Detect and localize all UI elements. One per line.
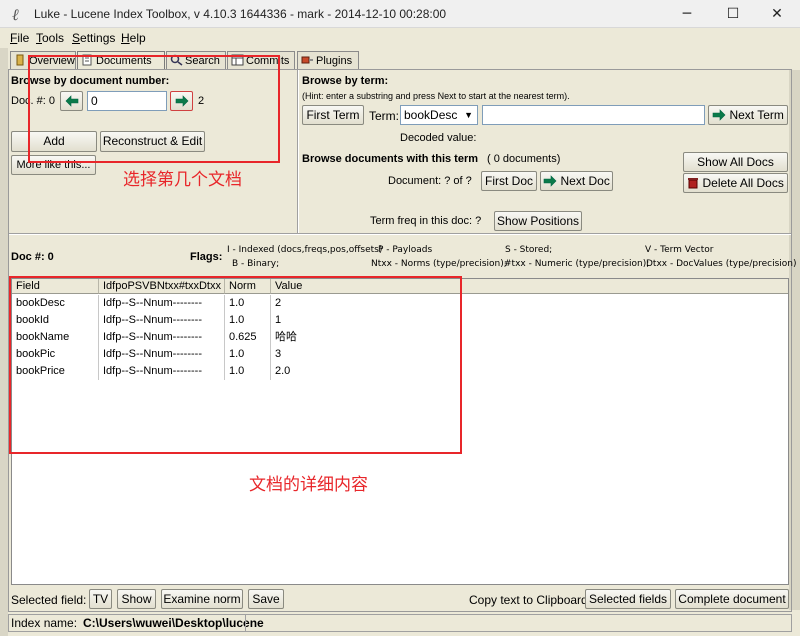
flag-term-vector: V - Term Vector [645, 245, 714, 255]
menu-tools[interactable]: Tools [36, 31, 64, 45]
annotation-doc-detail: 文档的详细内容 [249, 475, 368, 495]
examine-norm-button[interactable]: Examine norm [161, 589, 243, 609]
maximize-button[interactable]: ☐ [710, 0, 756, 28]
term-freq-label: Term freq in this doc: ? [370, 215, 482, 227]
field-select[interactable]: bookDesc ▼ [400, 105, 478, 125]
annotation-box-doc-select [28, 55, 280, 163]
next-doc-label: Next Doc [560, 174, 610, 188]
flag-norms: Ntxx - Norms (type/precision); [371, 259, 507, 269]
arrow-right-icon [712, 108, 726, 122]
menu-help[interactable]: Help [121, 31, 146, 45]
flag-indexed: I - Indexed (docs,freqs,pos,offsets) [227, 245, 383, 255]
copy-clipboard-label: Copy text to Clipboard: [469, 593, 592, 607]
browse-term-hint: (Hint: enter a substring and press Next … [302, 91, 570, 101]
flags-label: Flags: [190, 251, 223, 263]
selected-field-label: Selected field: [11, 593, 87, 607]
dropdown-caret-icon: ▼ [464, 110, 473, 120]
menu-file[interactable]: File [10, 31, 29, 45]
plugins-icon [301, 54, 314, 66]
field-select-value: bookDesc [404, 108, 458, 122]
flag-payloads: P - Payloads [378, 245, 433, 255]
delete-all-docs-label: Delete All Docs [702, 176, 784, 190]
flag-binary: B - Binary; [232, 259, 280, 269]
index-name-label: Index name: [11, 616, 78, 630]
menu-settings-mnemonic: S [72, 31, 81, 45]
first-doc-button[interactable]: First Doc [481, 171, 537, 191]
show-all-docs-button[interactable]: Show All Docs [683, 152, 788, 172]
menu-help-mnemonic: H [121, 31, 130, 45]
annotation-select-doc: 选择第几个文档 [123, 170, 242, 190]
vertical-divider [297, 70, 299, 233]
menu-settings[interactable]: Settings [72, 31, 115, 45]
annotation-box-doc-detail [9, 276, 462, 454]
selected-fields-button[interactable]: Selected fields [585, 589, 671, 609]
status-bar: Index name: C:\Users\wuwei\Desktop\lucen… [8, 614, 792, 632]
minimize-button[interactable]: ─ [664, 0, 710, 28]
delete-icon [687, 176, 699, 190]
next-term-label: Next Term [729, 108, 784, 122]
tv-button[interactable]: TV [89, 589, 112, 609]
flag-stored: S - Stored; [505, 245, 553, 255]
luke-app-icon: ℓ [12, 5, 19, 24]
index-path: C:\Users\wuwei\Desktop\lucene [83, 616, 264, 630]
browse-docs-term-heading: Browse documents with this term [302, 153, 479, 165]
tab-plugins-label: Plugins [316, 55, 353, 67]
horizontal-divider [9, 233, 791, 235]
background-window-edge [0, 48, 8, 636]
tab-plugins[interactable]: Plugins [297, 51, 359, 69]
menu-bar: File Tools Settings Help [0, 28, 800, 48]
next-doc-button[interactable]: Next Doc [540, 171, 613, 191]
overview-icon [14, 54, 27, 66]
first-term-button[interactable]: First Term [302, 105, 364, 125]
complete-document-button[interactable]: Complete document [675, 589, 789, 609]
close-button[interactable]: ✕ [754, 0, 800, 28]
show-button[interactable]: Show [117, 589, 156, 609]
browse-term-heading: Browse by term: [302, 75, 389, 87]
term-input[interactable] [482, 105, 705, 125]
next-term-button[interactable]: Next Term [708, 105, 788, 125]
save-button[interactable]: Save [248, 589, 284, 609]
flag-numeric: #txx - Numeric (type/precision); [504, 259, 650, 269]
show-positions-button[interactable]: Show Positions [494, 211, 582, 231]
arrow-right-icon [543, 174, 557, 188]
menu-help-label: elp [129, 31, 146, 45]
flag-docvalues: Dtxx - DocValues (type/precision) [646, 259, 797, 269]
document-position-label: Document: ? of ? [388, 175, 472, 187]
status-divider [245, 615, 246, 631]
doc-number-info: Doc #: 0 [11, 251, 54, 263]
docs-count-label: ( 0 documents) [487, 153, 561, 165]
menu-settings-label: ettings [80, 31, 116, 45]
decoded-value-label: Decoded value: [400, 132, 477, 144]
title-bar: ℓ Luke - Lucene Index Toolbox, v 4.10.3 … [0, 0, 800, 28]
menu-file-label: ile [17, 31, 30, 45]
term-label: Term: [369, 109, 399, 123]
window-title: Luke - Lucene Index Toolbox, v 4.10.3 16… [34, 7, 447, 21]
delete-all-docs-button[interactable]: Delete All Docs [683, 173, 788, 193]
menu-tools-label: ools [42, 31, 65, 45]
